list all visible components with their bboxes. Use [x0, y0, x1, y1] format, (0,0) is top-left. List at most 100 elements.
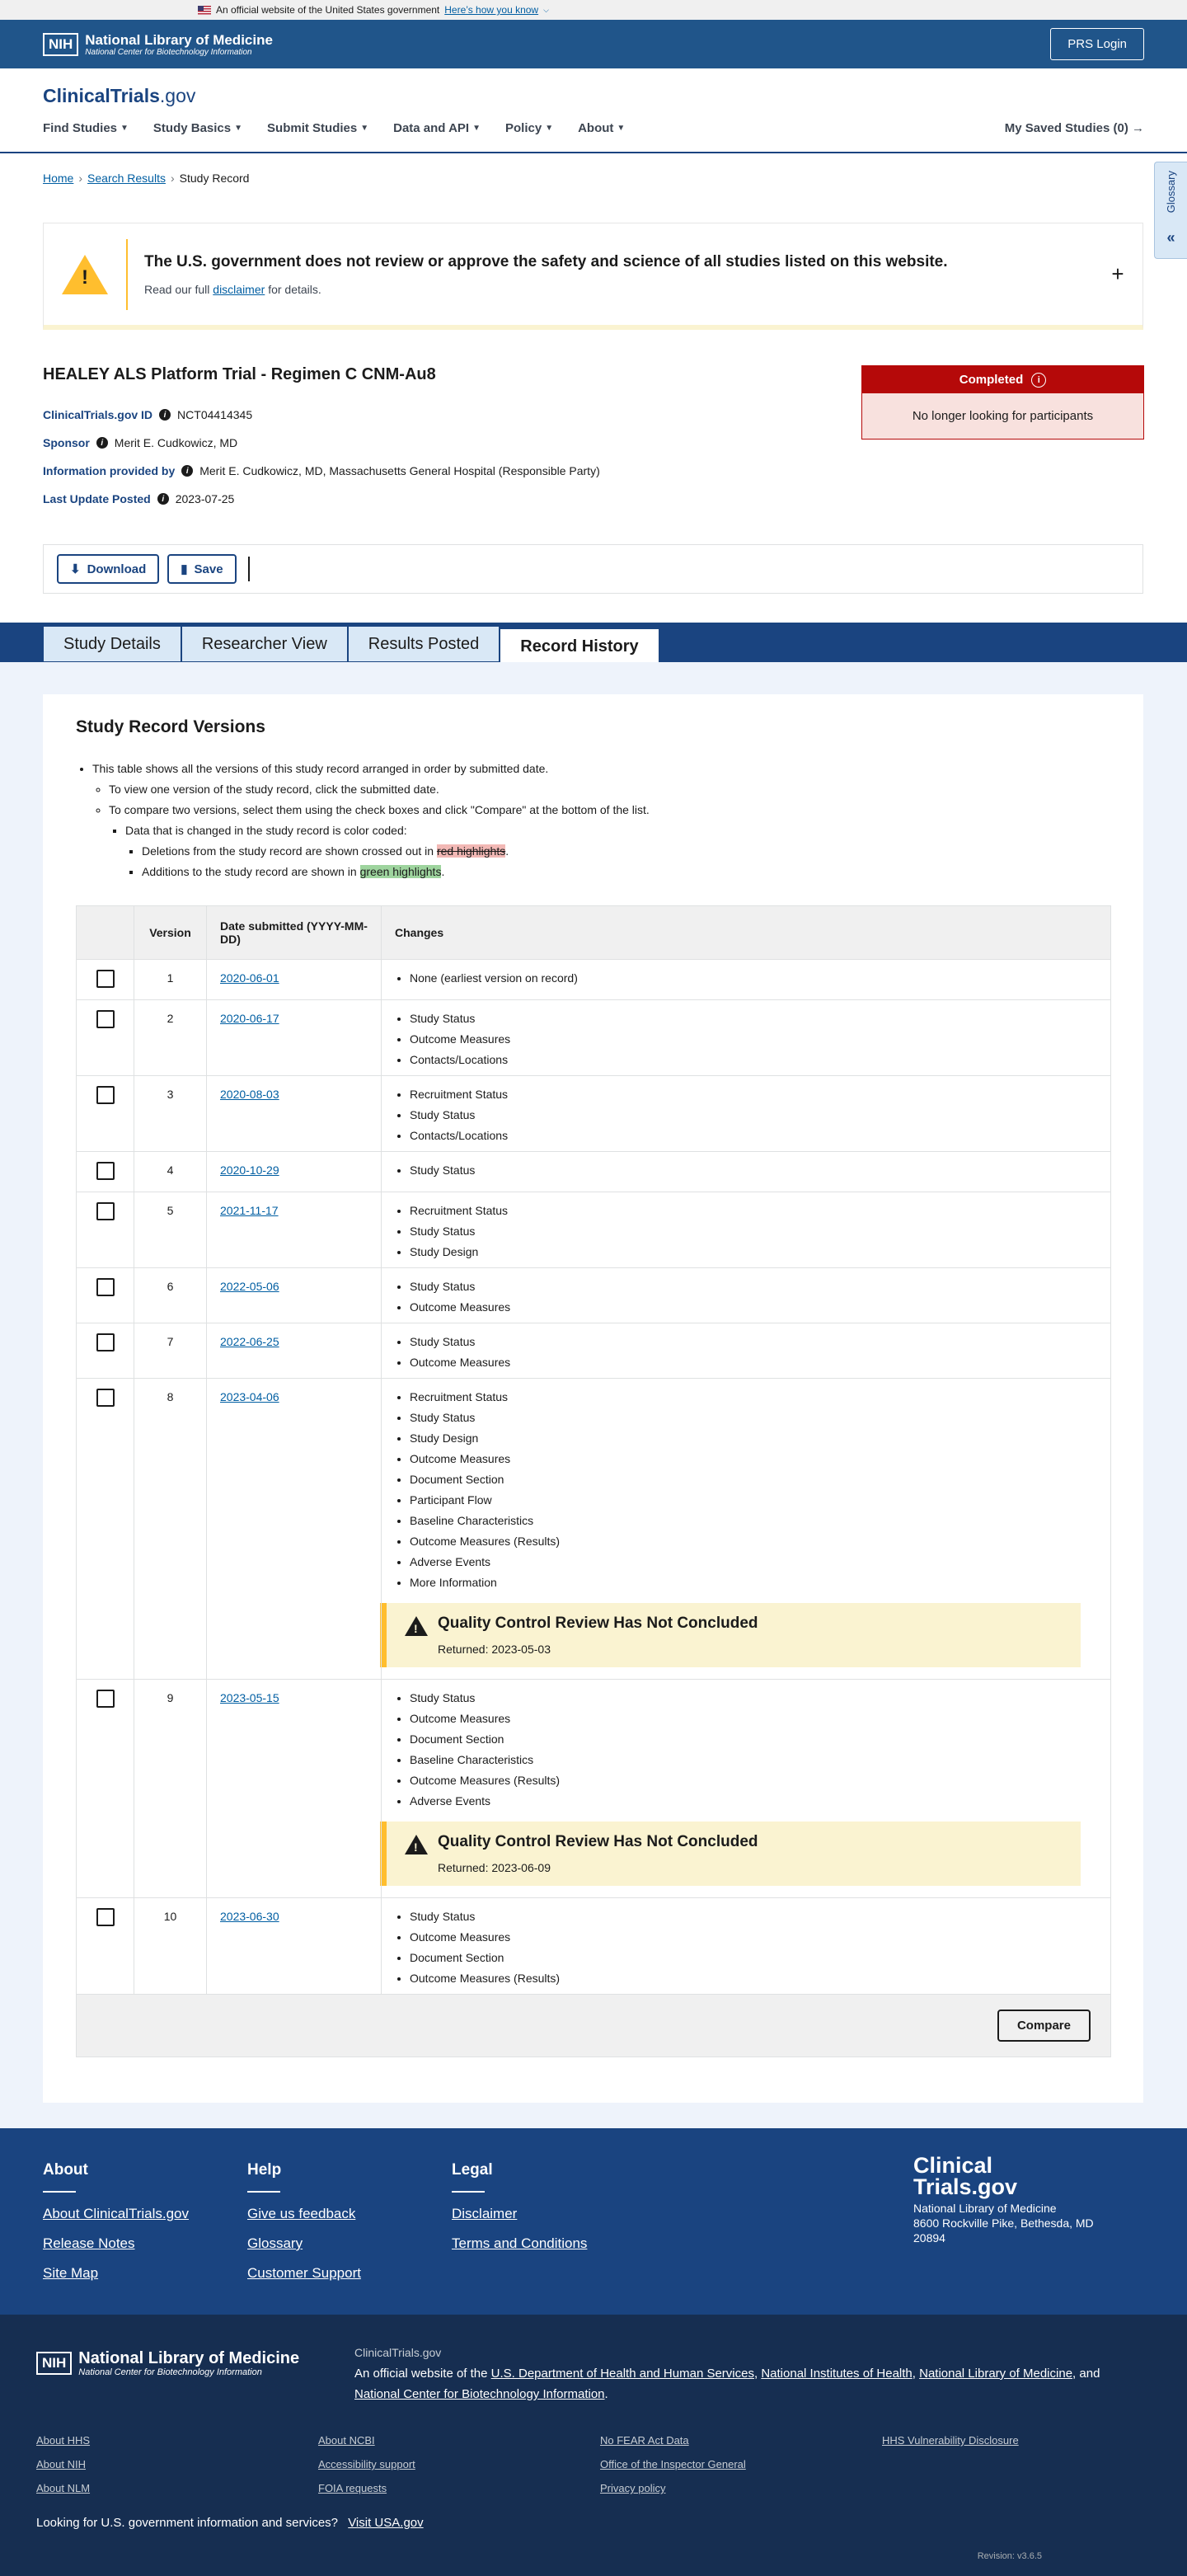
clinicaltrials-logo[interactable]: ClinicalTrials.gov — [43, 85, 195, 107]
info-icon[interactable]: i — [181, 465, 194, 477]
changes-cell: Recruitment StatusStudy StatusContacts/L… — [381, 1075, 1111, 1152]
nlm-logo[interactable]: NIH National Library of Medicine Nationa… — [43, 32, 273, 57]
tab-results-posted[interactable]: Results Posted — [347, 626, 500, 662]
footer-link[interactable]: Glossary — [247, 2235, 361, 2252]
nav-data-api[interactable]: Data and API ▼ — [393, 121, 481, 135]
usa-gov-row: Looking for U.S. government information … — [36, 2516, 424, 2530]
nav-study-basics[interactable]: Study Basics ▼ — [153, 121, 242, 135]
version-checkbox[interactable] — [96, 1010, 115, 1028]
version-date-link[interactable]: 2020-06-01 — [220, 971, 279, 985]
version-date-link[interactable]: 2023-04-06 — [220, 1390, 279, 1403]
footer-link[interactable]: FOIA requests — [318, 2476, 415, 2500]
version-checkbox[interactable] — [96, 1278, 115, 1296]
info-icon[interactable]: i — [1031, 372, 1047, 388]
info-provided-value: Merit E. Cudkowicz, MD, Massachusetts Ge… — [199, 464, 600, 477]
table-row: 5 2021-11-17 Recruitment StatusStudy Statu… — [76, 1192, 1111, 1268]
footer-link[interactable]: Release Notes — [43, 2235, 189, 2252]
version-checkbox[interactable] — [96, 1690, 115, 1708]
nlm-footer-logo[interactable]: NIH National Library of Medicine Nationa… — [36, 2349, 299, 2377]
nih-logo-box: NIH — [36, 2352, 73, 2375]
change-item: Adverse Events — [410, 1791, 1097, 1812]
expand-plus-icon[interactable]: + — [1093, 261, 1142, 287]
footer-link[interactable]: Terms and Conditions — [452, 2235, 587, 2252]
nlm-link[interactable]: National Library of Medicine — [919, 2367, 1072, 2381]
footer-link[interactable]: About NLM — [36, 2476, 90, 2500]
version-checkbox[interactable] — [96, 970, 115, 988]
additions-text: Additions to the study record are shown … — [142, 865, 357, 878]
footer-link[interactable]: Give us feedback — [247, 2206, 361, 2222]
version-date-link[interactable]: 2022-05-06 — [220, 1280, 279, 1293]
nav-submit-studies[interactable]: Submit Studies ▼ — [267, 121, 368, 135]
date-cell: 2020-06-17 — [206, 999, 382, 1076]
info-icon[interactable]: i — [157, 493, 169, 505]
version-date-link[interactable]: 2020-06-17 — [220, 1012, 279, 1025]
alert-text-after: for details. — [268, 282, 321, 296]
breadcrumb-search-results[interactable]: Search Results — [87, 172, 166, 185]
version-checkbox[interactable] — [96, 1389, 115, 1407]
footer-link[interactable]: Site Map — [43, 2265, 189, 2282]
glossary-tab[interactable]: Glossary « — [1154, 162, 1187, 259]
version-checkbox[interactable] — [96, 1908, 115, 1926]
info-icon[interactable]: i — [96, 437, 108, 449]
footer-link[interactable]: Accessibility support — [318, 2452, 415, 2476]
footer-link[interactable]: About HHS — [36, 2428, 90, 2452]
footer-link[interactable]: No FEAR Act Data — [600, 2428, 746, 2452]
usa-gov-link[interactable]: Visit USA.gov — [348, 2516, 423, 2530]
change-item: Contacts/Locations — [410, 1126, 1097, 1146]
select-cell — [76, 1378, 134, 1680]
nav-find-studies[interactable]: Find Studies ▼ — [43, 121, 129, 135]
version-date-link[interactable]: 2022-06-25 — [220, 1335, 279, 1348]
footer-link[interactable]: About ClinicalTrials.gov — [43, 2206, 189, 2222]
ncbi-link[interactable]: National Center for Biotechnology Inform… — [354, 2387, 605, 2401]
bookmark-icon: ▮ — [181, 562, 188, 576]
compare-button[interactable]: Compare — [997, 2010, 1091, 2042]
footer-link[interactable]: Disclaimer — [452, 2206, 587, 2222]
select-cell — [76, 1075, 134, 1152]
footer-link[interactable]: Privacy policy — [600, 2476, 746, 2500]
breadcrumb-home[interactable]: Home — [43, 172, 73, 185]
intro-item: This table shows all the versions of thi… — [92, 759, 650, 779]
version-checkbox[interactable] — [96, 1162, 115, 1180]
footer-legal-heading: Legal — [452, 2161, 493, 2179]
site-footer: About About ClinicalTrials.gov Release N… — [0, 2128, 1187, 2315]
version-checkbox[interactable] — [96, 1333, 115, 1351]
footer-logo[interactable]: Clinical Trials.gov — [913, 2155, 1094, 2198]
tab-study-details[interactable]: Study Details — [43, 626, 181, 662]
my-saved-studies-link[interactable]: My Saved Studies (0) → — [1005, 121, 1144, 135]
nav-label: Find Studies — [43, 121, 117, 135]
green-highlight-sample: green highlights — [359, 865, 442, 878]
footer-link[interactable]: About NCBI — [318, 2428, 415, 2452]
last-update-value: 2023-07-25 — [175, 492, 235, 505]
tab-researcher-view[interactable]: Researcher View — [181, 626, 348, 662]
changes-list: Recruitment StatusStudy StatusStudy Desi… — [395, 1387, 1097, 1593]
download-button[interactable]: ⬇ Download — [57, 554, 160, 584]
version-number: 3 — [134, 1075, 207, 1152]
nlm-title: National Library of Medicine — [78, 2349, 300, 2367]
nav-about[interactable]: About ▼ — [578, 121, 625, 135]
footer-link[interactable]: Customer Support — [247, 2265, 361, 2282]
nih-link[interactable]: National Institutes of Health — [761, 2367, 912, 2381]
change-item: More Information — [410, 1572, 1097, 1593]
nav-policy[interactable]: Policy ▼ — [505, 121, 553, 135]
info-icon[interactable]: i — [159, 409, 171, 421]
heres-how-link[interactable]: Here’s how you know — [444, 4, 538, 16]
footer-link[interactable]: Office of the Inspector General — [600, 2452, 746, 2476]
version-checkbox[interactable] — [96, 1202, 115, 1220]
hhs-link[interactable]: U.S. Department of Health and Human Serv… — [491, 2367, 754, 2381]
change-item: Outcome Measures — [410, 1927, 1097, 1948]
save-button[interactable]: ▮ Save — [167, 554, 237, 584]
version-date-link[interactable]: 2020-08-03 — [220, 1088, 279, 1101]
footer-link[interactable]: About NIH — [36, 2452, 90, 2476]
version-date-link[interactable]: 2020-10-29 — [220, 1163, 279, 1177]
tab-record-history[interactable]: Record History — [500, 626, 659, 665]
disclaimer-link[interactable]: disclaimer — [213, 283, 265, 296]
version-date-link[interactable]: 2023-06-30 — [220, 1910, 279, 1923]
saved-label: My Saved Studies (0) — [1004, 121, 1128, 135]
changes-list: Recruitment StatusStudy StatusContacts/L… — [395, 1084, 1097, 1146]
version-date-link[interactable]: 2021-11-17 — [220, 1204, 279, 1217]
version-checkbox[interactable] — [96, 1086, 115, 1104]
prs-login-button[interactable]: PRS Login — [1050, 28, 1144, 60]
footer-link[interactable]: HHS Vulnerability Disclosure — [882, 2428, 1019, 2452]
version-date-link[interactable]: 2023-05-15 — [220, 1691, 279, 1704]
alert-text: Read our full disclaimer for details. — [144, 283, 1093, 296]
